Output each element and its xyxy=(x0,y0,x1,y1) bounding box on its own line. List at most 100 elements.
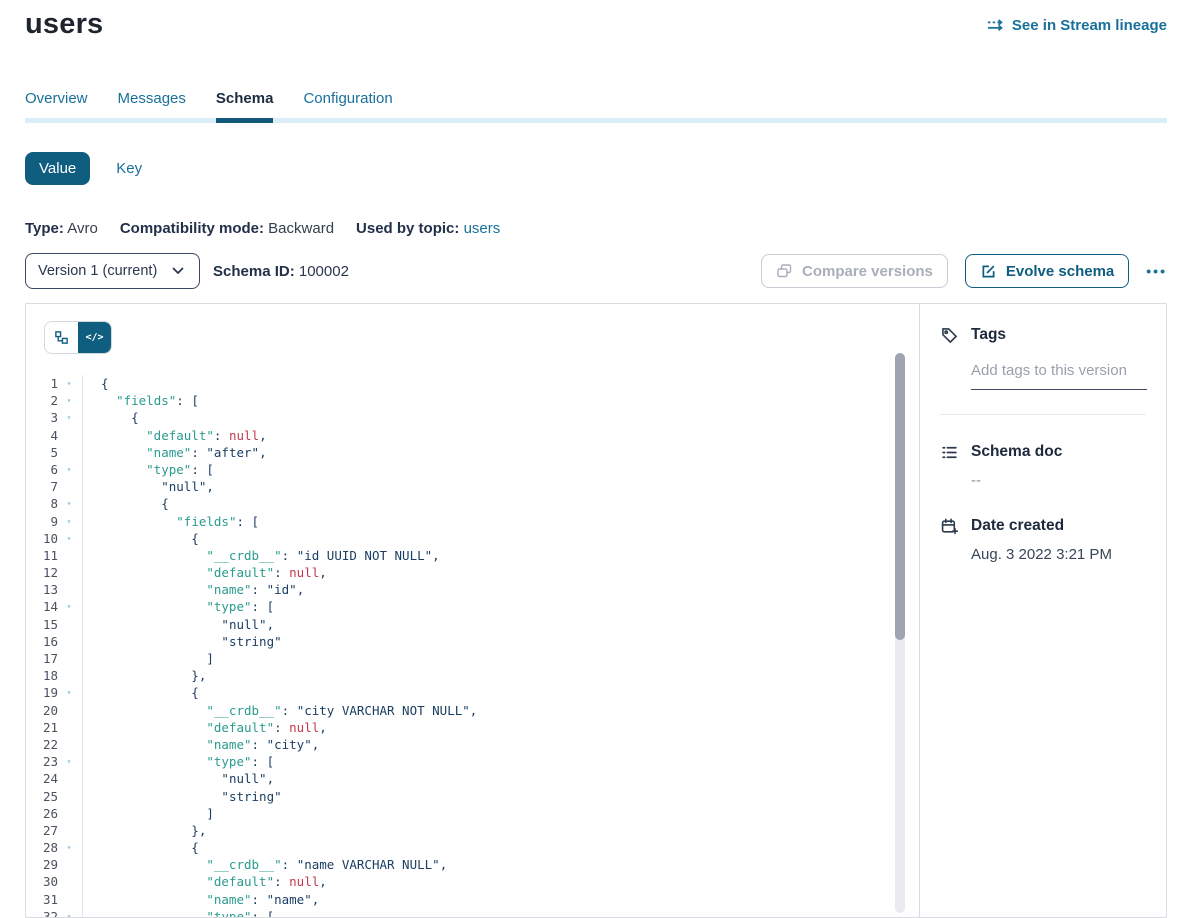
code-line: "name": "name", xyxy=(101,891,919,908)
fold-toggle-icon[interactable]: ▾ xyxy=(58,530,80,547)
code-view-button[interactable]: </> xyxy=(78,322,111,353)
schema-doc-section: Schema doc -- xyxy=(940,443,1146,489)
fold-toggle-icon[interactable]: ▾ xyxy=(58,495,80,512)
tag-icon xyxy=(940,326,958,344)
value-toggle-button[interactable]: Value xyxy=(25,152,90,185)
version-select[interactable]: Version 1 (current) xyxy=(25,253,200,289)
code-line: "type": [ xyxy=(101,598,919,615)
code-line: "fields": [ xyxy=(101,513,919,530)
code-line: "fields": [ xyxy=(101,392,919,409)
line-number: 24 xyxy=(26,770,58,787)
evolve-schema-button[interactable]: Evolve schema xyxy=(965,254,1129,288)
line-number: 28 xyxy=(26,839,58,856)
add-tags-input[interactable] xyxy=(971,360,1147,390)
code-line: "string" xyxy=(101,788,919,805)
tab-messages[interactable]: Messages xyxy=(118,90,186,108)
fold-toggle-icon[interactable]: ▾ xyxy=(58,392,80,409)
fold-toggle-icon[interactable]: ▾ xyxy=(58,598,80,615)
sidebar-divider xyxy=(940,414,1146,415)
page-header: users See in Stream lineage xyxy=(25,8,1167,41)
code-line: ] xyxy=(101,805,919,822)
line-number: 10 xyxy=(26,530,58,547)
code-line: "name": "city", xyxy=(101,736,919,753)
line-number: 5 xyxy=(26,444,58,461)
code-line: "__crdb__": "city VARCHAR NOT NULL", xyxy=(101,702,919,719)
compare-versions-button[interactable]: Compare versions xyxy=(761,254,948,288)
version-select-value: Version 1 (current) xyxy=(38,263,157,279)
fold-toggle-icon[interactable]: ▾ xyxy=(58,461,80,478)
stream-lineage-label: See in Stream lineage xyxy=(1012,17,1167,34)
schema-doc-heading: Schema doc xyxy=(971,443,1062,461)
more-actions-button[interactable]: ••• xyxy=(1146,263,1167,279)
controls-row: Version 1 (current) Schema ID: 100002 Co… xyxy=(25,253,1167,289)
scrollbar-thumb[interactable] xyxy=(895,353,905,640)
code-line: { xyxy=(101,839,919,856)
line-number: 1 xyxy=(26,375,58,392)
fold-toggle-icon[interactable]: ▾ xyxy=(58,753,80,770)
tags-heading-row: Tags xyxy=(940,326,1146,344)
line-number: 7 xyxy=(26,478,58,495)
meta-topic: Used by topic: users xyxy=(356,220,500,237)
line-number: 25 xyxy=(26,788,58,805)
line-number: 23 xyxy=(26,753,58,770)
schema-doc-heading-row: Schema doc xyxy=(940,443,1146,461)
schema-id: Schema ID: 100002 xyxy=(213,263,349,280)
fold-toggle-icon[interactable]: ▾ xyxy=(58,375,80,392)
line-number: 22 xyxy=(26,736,58,753)
topic-label: Used by topic: xyxy=(356,220,459,237)
stream-lineage-link[interactable]: See in Stream lineage xyxy=(987,16,1167,34)
line-number: 30 xyxy=(26,873,58,890)
code-line: "null", xyxy=(101,478,919,495)
gutter: 1▾2▾3▾456▾78▾9▾10▾11121314▾1516171819▾20… xyxy=(26,375,83,917)
line-number: 12 xyxy=(26,564,58,581)
topic-link[interactable]: users xyxy=(464,220,501,237)
line-number: 9 xyxy=(26,513,58,530)
tree-view-button[interactable] xyxy=(45,322,78,353)
schema-sidebar: Tags Schema doc -- xyxy=(920,304,1166,917)
schema-meta: Type: Avro Compatibility mode: Backward … xyxy=(25,220,500,237)
line-number: 8 xyxy=(26,495,58,512)
code-line: "__crdb__": "id UUID NOT NULL", xyxy=(101,547,919,564)
schema-id-value: 100002 xyxy=(299,263,349,280)
fold-toggle-icon[interactable]: ▾ xyxy=(58,409,80,426)
line-number: 29 xyxy=(26,856,58,873)
code-line: }, xyxy=(101,667,919,684)
fold-toggle-icon[interactable]: ▾ xyxy=(58,513,80,530)
tree-view-icon xyxy=(53,329,71,347)
line-number: 19 xyxy=(26,684,58,701)
schema-doc-value: -- xyxy=(971,472,1146,489)
line-number: 14 xyxy=(26,598,58,615)
schema-id-label: Schema ID: xyxy=(213,263,295,280)
code-line: { xyxy=(101,375,919,392)
type-value: Avro xyxy=(67,220,98,237)
date-created-heading: Date created xyxy=(971,517,1064,535)
key-toggle-button[interactable]: Key xyxy=(116,160,142,177)
type-label: Type: xyxy=(25,220,64,237)
compare-versions-icon xyxy=(776,262,794,280)
scrollbar-track[interactable] xyxy=(895,353,905,913)
line-number: 16 xyxy=(26,633,58,650)
code-line: "null", xyxy=(101,770,919,787)
code-line: { xyxy=(101,684,919,701)
code-line: "default": null, xyxy=(101,719,919,736)
code-line: "type": [ xyxy=(101,753,919,770)
code-editor[interactable]: 1▾2▾3▾456▾78▾9▾10▾11121314▾1516171819▾20… xyxy=(26,375,919,917)
fold-toggle-icon[interactable]: ▾ xyxy=(58,684,80,701)
line-number: 13 xyxy=(26,581,58,598)
tab-bar: Overview Messages Schema Configuration xyxy=(25,90,1167,123)
fold-toggle-icon[interactable]: ▾ xyxy=(58,839,80,856)
tab-overview[interactable]: Overview xyxy=(25,90,88,108)
tab-configuration[interactable]: Configuration xyxy=(303,90,392,108)
code-view-icon: </> xyxy=(85,332,103,343)
code-panel: </> 1▾2▾3▾456▾78▾9▾10▾11121314▾151617181… xyxy=(26,304,920,917)
page-title: users xyxy=(25,8,103,41)
tab-schema[interactable]: Schema xyxy=(216,90,274,108)
line-number: 26 xyxy=(26,805,58,822)
code-lines: { "fields": [ { "default": null, "name":… xyxy=(83,375,919,917)
line-number: 2 xyxy=(26,392,58,409)
date-created-value: Aug. 3 2022 3:21 PM xyxy=(971,546,1146,563)
code-line: "name": "after", xyxy=(101,444,919,461)
line-number: 31 xyxy=(26,891,58,908)
line-number: 15 xyxy=(26,616,58,633)
code-line: { xyxy=(101,530,919,547)
